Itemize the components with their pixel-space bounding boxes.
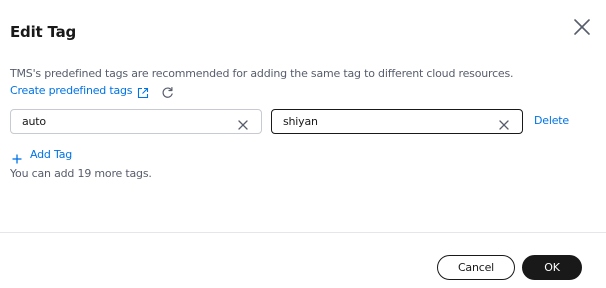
delete-tag-link[interactable]: Delete (534, 114, 569, 127)
cancel-button[interactable]: Cancel (437, 255, 515, 280)
tag-value-input[interactable]: shiyan (271, 109, 523, 134)
create-predefined-tags-link[interactable]: Create predefined tags (10, 84, 133, 97)
add-tag-label[interactable]: Add Tag (30, 148, 72, 161)
edit-tag-dialog: Edit Tag TMS's predefined tags are recom… (0, 0, 606, 288)
predefined-tags-hint: TMS's predefined tags are recommended fo… (10, 67, 514, 80)
external-link-icon[interactable] (137, 84, 149, 99)
clear-icon[interactable] (237, 116, 249, 130)
tag-key-value[interactable]: auto (22, 115, 237, 128)
predefined-tags-link-row: Create predefined tags (10, 82, 174, 99)
close-icon[interactable] (572, 17, 592, 37)
remaining-tags-text: You can add 19 more tags. (10, 167, 152, 180)
ok-button[interactable]: OK (522, 255, 582, 280)
refresh-icon[interactable] (161, 84, 174, 98)
dialog-title: Edit Tag (10, 23, 77, 41)
plus-icon (12, 149, 22, 164)
tag-value-value[interactable]: shiyan (283, 115, 498, 128)
tag-key-input[interactable]: auto (10, 109, 262, 134)
footer-divider (0, 232, 606, 233)
clear-icon[interactable] (498, 116, 510, 130)
add-tag-button[interactable]: Add Tag (12, 146, 72, 164)
